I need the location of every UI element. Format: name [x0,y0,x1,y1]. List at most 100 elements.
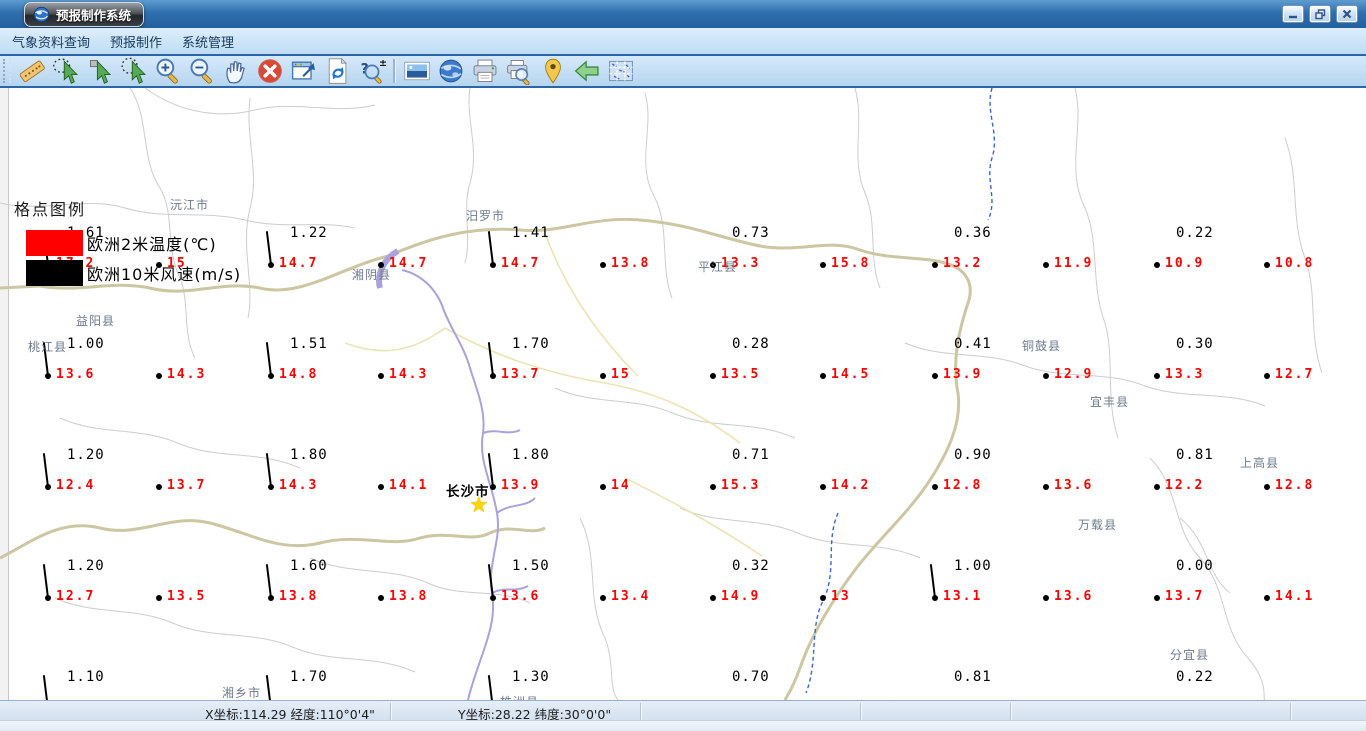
select-button[interactable] [84,56,116,86]
title-bar: 预报制作系统 [0,0,1366,29]
temperature-value: 12.7 [56,589,96,604]
temperature-value: 14.7 [279,256,319,271]
temperature-value: 13.6 [1054,589,1094,604]
print-preview-icon [505,57,533,85]
grid-dot-icon [490,595,496,601]
legend-item-temperature: 欧洲2米温度(℃) [14,230,241,256]
grid-dot-icon [932,262,938,268]
grid-dot-icon [156,595,162,601]
locate-pin-icon [539,57,567,85]
place-label: 平江县 [698,260,738,274]
wind-value: 0.70 [732,669,770,685]
grid-dot-icon [1154,595,1160,601]
place-label: 汨罗市 [466,209,506,223]
grid-dot-icon [268,484,274,490]
map-canvas[interactable]: 17.21.611514.71.2214.714.71.4113.813.30.… [0,88,1366,700]
identify-icon [358,57,386,85]
temperature-value: 15 [611,367,631,382]
back-button[interactable] [571,56,603,86]
grid-dot-icon [378,595,384,601]
close-button[interactable] [1336,5,1358,23]
temperature-value: 13.8 [611,256,651,271]
legend-label-temperature: 欧洲2米温度(℃) [87,235,217,254]
locate-pin-button[interactable] [537,56,569,86]
wind-value: 1.50 [512,558,550,574]
temperature-value: 15.8 [831,256,871,271]
print-preview-button[interactable] [503,56,535,86]
grid-dot-icon [156,373,162,379]
menu-item-3[interactable]: 系统管理 [182,32,234,51]
restore-button[interactable] [1309,5,1331,23]
app-title-tab[interactable]: 预报制作系统 [24,2,145,27]
zoom-in-button[interactable] [152,56,184,86]
globe-icon [437,57,465,85]
temperature-value: 13.5 [167,589,207,604]
menu-item-2[interactable]: 预报制作 [110,32,162,51]
select-lasso-button[interactable] [50,56,82,86]
temperature-value: 14.8 [279,367,319,382]
menu-bar: 气象资料查询 预报制作 系统管理 [0,28,1366,54]
city-star-icon: ★ [469,493,489,518]
place-label: 分宜县 [1170,648,1210,662]
wind-value: 0.32 [732,558,770,574]
grid-dot-icon [932,373,938,379]
grid-dot-icon [1264,595,1270,601]
legend-item-wind: 欧洲10米风速(m/s) [14,260,241,286]
grid-dot-icon [268,595,274,601]
place-label: 益阳县 [76,314,116,328]
toolbar-grip[interactable] [3,59,11,83]
wind-value: 0.30 [1176,336,1214,352]
grid-overlay-button[interactable] [605,56,637,86]
wind-value: 1.10 [67,669,105,685]
temperature-value: 13.5 [721,367,761,382]
grid-dot-icon [820,595,826,601]
minimize-button[interactable] [1282,5,1304,23]
grid-dot-icon [490,484,496,490]
select-circle-button[interactable] [118,56,150,86]
place-label: 上高县 [1240,456,1280,470]
wind-value: 1.30 [512,669,550,685]
place-label: 万载县 [1078,518,1118,532]
temperature-value: 14.2 [831,478,871,493]
identify-button[interactable] [356,56,388,86]
temperature-value: 12.8 [1275,478,1315,493]
pan-button[interactable] [220,56,252,86]
temperature-value: 14.1 [389,478,429,493]
temperature-value: 10.9 [1165,256,1205,271]
grid-dot-icon [600,595,606,601]
wind-value: 0.73 [732,225,770,241]
pan-icon [222,57,250,85]
temperature-value: 13.1 [943,589,983,604]
temperature-value: 14.3 [279,478,319,493]
print-button[interactable] [469,56,501,86]
grid-dot-icon [710,595,716,601]
grid-dot-icon [932,595,938,601]
export-image-button[interactable] [401,56,433,86]
temperature-value: 12.9 [1054,367,1094,382]
wind-value: 0.22 [1176,669,1214,685]
temperature-value: 14.7 [389,256,429,271]
window-controls [1282,5,1358,23]
stop-button[interactable] [254,56,286,86]
temperature-value: 14.3 [167,367,207,382]
wind-value: 1.80 [512,447,550,463]
grid-dot-icon [1154,484,1160,490]
temperature-value: 14.7 [501,256,541,271]
temperature-value: 14.1 [1275,589,1315,604]
menu-item-1[interactable]: 气象资料查询 [12,32,90,51]
grid-dot-icon [820,484,826,490]
print-icon [471,57,499,85]
full-extent-button[interactable] [288,56,320,86]
zoom-out-icon [188,57,216,85]
grid-dot-icon [932,484,938,490]
globe-button[interactable] [435,56,467,86]
measure-button[interactable] [16,56,48,86]
zoom-in-icon [154,57,182,85]
temperature-value: 11.9 [1054,256,1094,271]
grid-dot-icon [45,484,51,490]
export-image-icon [403,57,431,85]
legend-title: 格点图例 [14,200,87,219]
grid-dot-icon [600,262,606,268]
zoom-out-button[interactable] [186,56,218,86]
refresh-button[interactable] [322,56,354,86]
